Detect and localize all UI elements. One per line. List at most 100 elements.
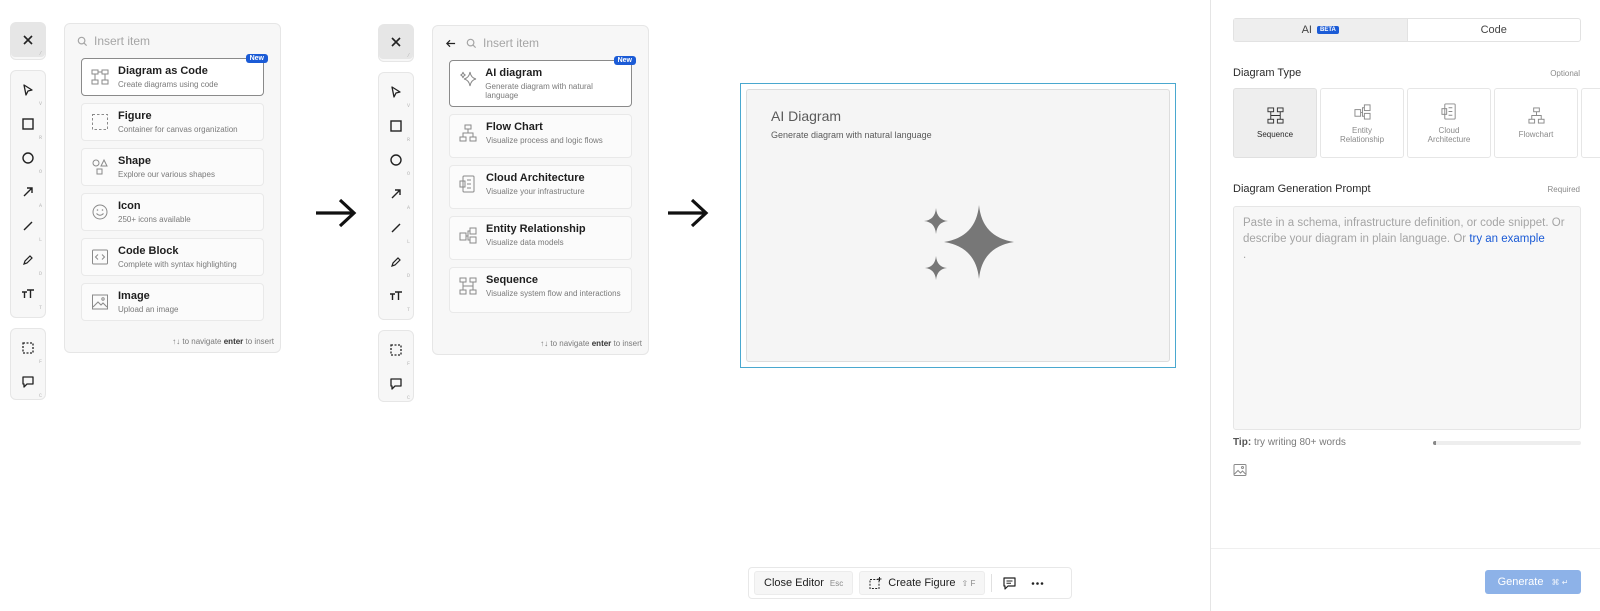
insert-item-figure[interactable]: Figure Container for canvas organization [81, 103, 264, 141]
search-row[interactable]: Insert item [433, 26, 648, 60]
ai-diagram-frame[interactable]: AI Diagram Generate diagram with natural… [740, 83, 1176, 368]
item-title: Sequence [486, 274, 538, 286]
tip-label: Tip: [1233, 437, 1252, 448]
line-tool[interactable]: L [379, 211, 413, 245]
text-tool[interactable]: T [11, 277, 45, 311]
search-input[interactable]: Insert item [94, 34, 150, 48]
insert-item-icon[interactable]: Icon 250+ icons available [81, 193, 264, 231]
diagram-type-label: Diagram Type [1233, 67, 1302, 79]
text-icon [22, 289, 34, 298]
search-input[interactable]: Insert item [483, 36, 539, 50]
hint-insert: to insert [613, 339, 642, 348]
frame-select-tool[interactable]: F [11, 331, 45, 365]
insert-item-cloud-architecture[interactable]: Cloud Architecture Visualize your infrast… [449, 165, 632, 209]
smiley-icon [92, 204, 108, 220]
entity-relationship-icon [459, 227, 477, 244]
pencil-tool[interactable]: D [11, 243, 45, 277]
cloud-architecture-icon [459, 175, 475, 193]
try-example-link[interactable]: try an example [1469, 233, 1544, 245]
create-figure-icon [869, 576, 882, 589]
prompt-textarea[interactable]: Paste in a schema, infrastructure defini… [1233, 206, 1581, 430]
circle-tool[interactable]: O [11, 141, 45, 175]
toolbar-tools-group: V R O A L D T [10, 70, 46, 318]
item-desc: Visualize data models [486, 238, 564, 247]
hint-enter-key: enter [223, 337, 244, 346]
hint-navigate: to navigate [550, 339, 590, 348]
code-block-icon [92, 249, 108, 265]
insert-item-entity-relationship[interactable]: Entity Relationship Visualize data models [449, 216, 632, 260]
generate-button[interactable]: Generate ⌘ ↵ [1485, 570, 1581, 594]
hint-insert: to insert [245, 337, 274, 346]
text-icon [390, 291, 402, 300]
image-upload-icon[interactable] [1233, 463, 1247, 477]
frame-select-tool[interactable]: F [379, 333, 413, 367]
search-row[interactable]: Insert item [65, 24, 280, 58]
insert-item-flow-chart[interactable]: Flow Chart Visualize process and logic fl… [449, 114, 632, 158]
ai-diagram-title: AI Diagram [771, 108, 842, 124]
close-button[interactable]: / [379, 25, 413, 59]
keyboard-hint: ↑↓ to navigate enter to insert [540, 339, 642, 348]
type-option-overflow[interactable] [1581, 88, 1600, 158]
insert-item-code-block[interactable]: Code Block Complete with syntax highlight… [81, 238, 264, 276]
rectangle-tool[interactable]: R [11, 107, 45, 141]
comment-tool[interactable]: C [379, 367, 413, 401]
type-option-flowchart[interactable]: Flowchart [1494, 88, 1578, 158]
insert-item-diagram-as-code[interactable]: Diagram as Code Create diagrams using cod… [81, 54, 268, 96]
insert-item-sequence[interactable]: Sequence Visualize system flow and intera… [449, 267, 632, 313]
flow-arrow-icon [316, 198, 357, 228]
type-option-label: Sequence [1256, 130, 1294, 139]
prompt-required-hint: Required [1547, 185, 1580, 194]
image-icon [92, 294, 108, 310]
close-button[interactable]: / [11, 23, 45, 57]
insert-item-shape[interactable]: Shape Explore our various shapes [81, 148, 264, 186]
diagram-type-hint: Optional [1550, 69, 1580, 78]
more-button[interactable] [1026, 572, 1048, 594]
tip-text: Tip: try writing 80+ words [1233, 437, 1346, 448]
comment-tool[interactable]: C [11, 365, 45, 399]
item-title: Code Block [118, 245, 179, 257]
insert-item-image[interactable]: Image Upload an image [81, 283, 264, 321]
type-option-cloud-architecture[interactable]: Cloud Architecture [1407, 88, 1491, 158]
type-option-entity-relationship[interactable]: Entity Relationship [1320, 88, 1404, 158]
shortcut-key: / [38, 51, 42, 57]
arrow-keys: ↑↓ [172, 337, 181, 346]
pencil-icon [391, 257, 401, 267]
insert-item-ai-diagram[interactable]: AI diagram Generate diagram with natural … [449, 56, 636, 107]
rectangle-tool[interactable]: R [379, 109, 413, 143]
tab-code[interactable]: Code [1408, 19, 1581, 41]
type-option-label: Flowchart [1518, 130, 1554, 139]
shortcut-key: C [38, 393, 42, 399]
toolbar-extra-group-2: F C [378, 330, 414, 402]
item-title: AI diagram [485, 67, 543, 79]
create-figure-button[interactable]: Create Figure ⇧ F [859, 571, 986, 595]
close-editor-button[interactable]: Close Editor Esc [754, 571, 854, 595]
hint-navigate: to navigate [182, 337, 222, 346]
search-icon [77, 36, 88, 46]
item-desc: Complete with syntax highlighting [118, 260, 237, 269]
create-figure-key: ⇧ F [961, 578, 976, 588]
pointer-tool[interactable]: V [379, 75, 413, 109]
arrow-tool[interactable]: A [11, 175, 45, 209]
back-arrow-icon[interactable] [445, 38, 456, 49]
pointer-icon [391, 86, 401, 98]
figure-icon [92, 114, 108, 130]
arrow-icon [391, 189, 401, 199]
line-tool[interactable]: L [11, 209, 45, 243]
comment-button[interactable] [998, 572, 1020, 594]
sparkle-icon [924, 205, 1014, 280]
arrow-tool[interactable]: A [379, 177, 413, 211]
text-tool[interactable]: T [379, 279, 413, 313]
item-title: Flow Chart [486, 121, 543, 133]
type-option-sequence[interactable]: Sequence [1233, 88, 1317, 158]
comment-icon [390, 378, 402, 390]
circle-icon [22, 152, 34, 164]
circle-tool[interactable]: O [379, 143, 413, 177]
more-icon [1031, 581, 1044, 585]
tab-ai[interactable]: AI BETA [1234, 19, 1408, 41]
pencil-tool[interactable]: D [379, 245, 413, 279]
pointer-tool[interactable]: V [11, 73, 45, 107]
insert-panel-main: Insert item Diagram as Code Create diagra… [64, 23, 281, 353]
rectangle-icon [22, 118, 34, 130]
arrow-keys: ↑↓ [540, 339, 549, 348]
comment-icon [22, 376, 34, 388]
